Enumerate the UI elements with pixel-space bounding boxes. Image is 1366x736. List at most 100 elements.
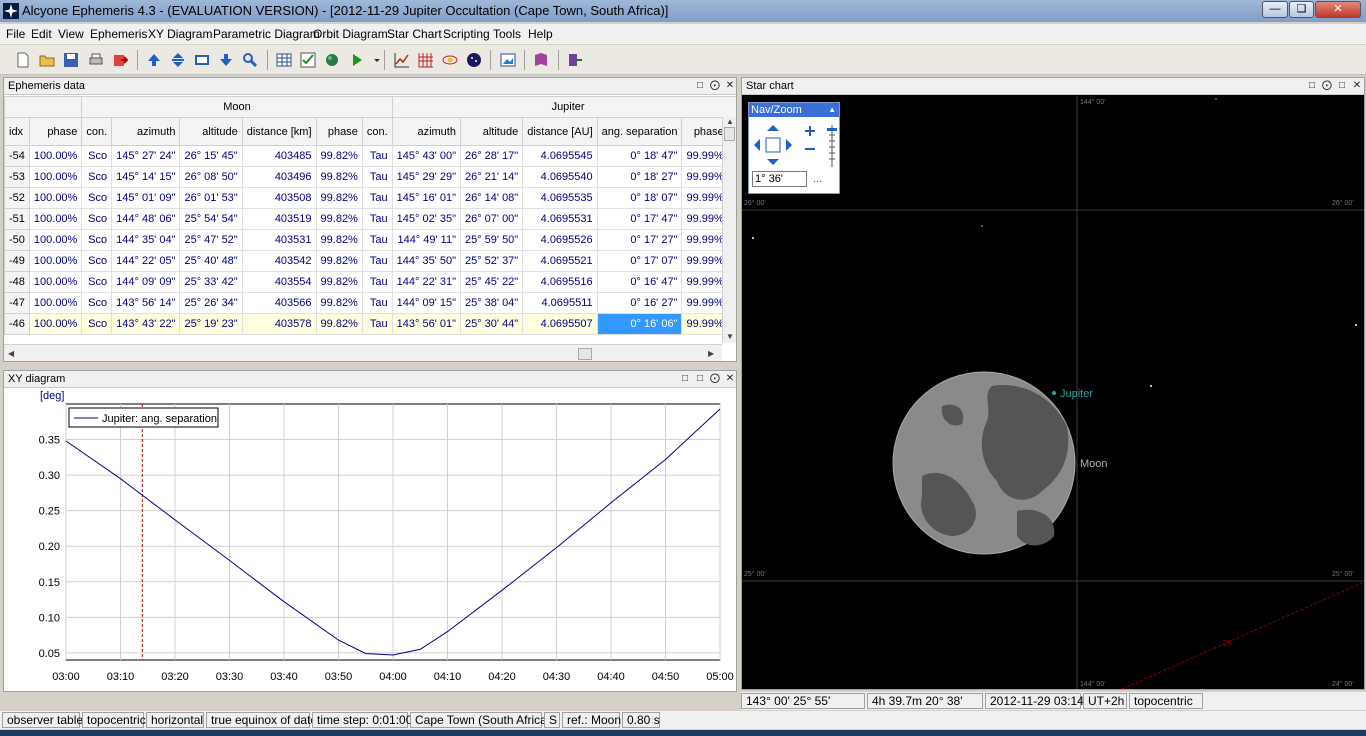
star[interactable] xyxy=(752,237,754,239)
table-row[interactable]: -50 100.00% Sco 144° 35' 04" 25° 47' 52" 4035… xyxy=(4,229,736,251)
column-header[interactable]: con. xyxy=(81,117,113,146)
column-header[interactable]: azimuth xyxy=(111,117,181,146)
grid-chart-icon[interactable] xyxy=(418,52,434,68)
row-index[interactable]: -54 xyxy=(4,145,30,167)
row-index[interactable]: -47 xyxy=(4,292,30,314)
export-icon[interactable] xyxy=(112,52,128,68)
table-cell[interactable]: 25° 26' 34" xyxy=(179,292,243,314)
arrow-up-icon[interactable] xyxy=(146,52,162,68)
image-icon[interactable] xyxy=(500,52,516,68)
table-cell[interactable]: 4.0695511 xyxy=(522,292,598,314)
table-cell[interactable]: Tau xyxy=(361,250,393,272)
ephemeris-horizontal-scrollbar[interactable]: ◀ ▶ xyxy=(4,344,722,361)
fov-field[interactable]: 1° 36' xyxy=(752,171,807,187)
pin-icon[interactable]: ⨀ xyxy=(709,373,721,385)
table-cell[interactable]: 144° 48' 06" xyxy=(111,208,181,230)
scroll-left-icon[interactable]: ◀ xyxy=(8,349,14,358)
pin-icon[interactable]: ⨀ xyxy=(709,80,721,92)
menu-ephemeris[interactable]: Ephemeris xyxy=(90,27,147,41)
table-cell[interactable]: 4.0695540 xyxy=(522,166,598,188)
line-chart-icon[interactable] xyxy=(394,52,410,68)
pan-down-icon[interactable] xyxy=(767,159,779,165)
close-icon[interactable]: ✕ xyxy=(724,80,736,92)
table-cell[interactable]: 100.00% xyxy=(28,187,83,209)
table-icon[interactable] xyxy=(276,52,292,68)
table-row[interactable]: -52 100.00% Sco 145° 01' 09" 26° 01' 53" 4035… xyxy=(4,187,736,209)
table-cell[interactable]: Tau xyxy=(361,313,393,335)
table-cell[interactable]: 0° 17' 27" xyxy=(596,229,683,251)
menu-star-chart[interactable]: Star Chart xyxy=(387,27,442,41)
orbit-icon[interactable] xyxy=(442,52,458,68)
table-cell[interactable]: 4.0695535 xyxy=(522,187,598,209)
xy-chart[interactable]: 03:00 03:10 03:20 03:30 03:40 03:50 04:00 04:10… xyxy=(4,389,736,691)
table-cell[interactable]: 403519 xyxy=(241,208,317,230)
minimize-button[interactable]: — xyxy=(1262,1,1288,18)
table-cell[interactable]: 144° 22' 05" xyxy=(111,250,181,272)
table-cell[interactable]: Tau xyxy=(361,229,393,251)
star[interactable] xyxy=(1215,98,1217,100)
menu-view[interactable]: View xyxy=(58,27,84,41)
table-cell[interactable]: 0° 16' 27" xyxy=(596,292,683,314)
column-header[interactable]: con. xyxy=(361,117,393,146)
scroll-up-icon[interactable]: ▲ xyxy=(726,117,734,126)
table-cell[interactable]: Sco xyxy=(81,313,113,335)
restore-icon[interactable]: □ xyxy=(694,80,706,92)
table-cell[interactable]: 403485 xyxy=(241,145,317,167)
hscroll-thumb[interactable] xyxy=(578,348,592,360)
table-row[interactable]: -47 100.00% Sco 143° 56' 14" 25° 26' 34" 4035… xyxy=(4,292,736,314)
row-index[interactable]: -48 xyxy=(4,271,30,293)
table-row[interactable]: -46 100.00% Sco 143° 43' 22" 25° 19' 23" 4035… xyxy=(4,313,736,335)
table-cell[interactable]: 100.00% xyxy=(28,313,83,335)
table-cell[interactable]: 99.82% xyxy=(315,292,363,314)
table-cell[interactable]: Sco xyxy=(81,229,113,251)
table-cell[interactable]: Sco xyxy=(81,208,113,230)
scroll-down-icon[interactable]: ▼ xyxy=(726,332,734,341)
table-cell[interactable]: 144° 35' 04" xyxy=(111,229,181,251)
table-cell[interactable]: 403578 xyxy=(241,313,317,335)
menu-xy-diagram[interactable]: XY Diagram xyxy=(148,27,212,41)
restore-icon[interactable]: □ xyxy=(1306,80,1318,92)
table-cell[interactable]: 25° 45' 22" xyxy=(459,271,524,293)
table-cell[interactable]: 99.82% xyxy=(315,208,363,230)
menu-scripting[interactable]: Scripting xyxy=(443,27,490,41)
table-cell[interactable]: 25° 38' 04" xyxy=(459,292,524,314)
table-cell[interactable]: 0° 17' 47" xyxy=(596,208,683,230)
table-cell[interactable]: 25° 30' 44" xyxy=(459,313,524,335)
checklist-icon[interactable] xyxy=(300,52,316,68)
scroll-thumb[interactable] xyxy=(724,127,735,141)
row-index[interactable]: -49 xyxy=(4,250,30,272)
column-header[interactable]: ang. separation xyxy=(596,117,683,146)
table-cell[interactable]: 145° 01' 09" xyxy=(111,187,181,209)
table-cell[interactable]: 25° 40' 48" xyxy=(179,250,243,272)
table-cell[interactable]: 145° 43' 00" xyxy=(391,145,461,167)
table-cell[interactable]: 403496 xyxy=(241,166,317,188)
table-cell[interactable]: 26° 07' 00" xyxy=(459,208,524,230)
table-cell[interactable]: 145° 02' 35" xyxy=(391,208,461,230)
scroll-right-icon[interactable]: ▶ xyxy=(708,349,714,358)
exit-icon[interactable] xyxy=(567,52,583,68)
table-cell[interactable]: 403531 xyxy=(241,229,317,251)
table-cell[interactable]: 25° 19' 23" xyxy=(179,313,243,335)
column-header[interactable]: altitude xyxy=(459,117,524,146)
maximize-icon[interactable]: □ xyxy=(1336,80,1348,92)
table-cell[interactable]: Tau xyxy=(361,292,393,314)
table-cell[interactable]: 4.0695526 xyxy=(522,229,598,251)
table-cell[interactable]: 403566 xyxy=(241,292,317,314)
star[interactable] xyxy=(981,225,983,227)
fov-more-button[interactable]: ... xyxy=(813,173,822,185)
maximize-button[interactable]: ❏ xyxy=(1289,1,1314,18)
nav-pad[interactable] xyxy=(752,123,838,167)
table-cell[interactable]: 99.82% xyxy=(315,145,363,167)
table-cell[interactable]: 26° 21' 14" xyxy=(459,166,524,188)
table-cell[interactable]: Tau xyxy=(361,166,393,188)
pan-left-icon[interactable] xyxy=(754,139,760,151)
table-cell[interactable]: 25° 47' 52" xyxy=(179,229,243,251)
table-cell[interactable]: 25° 59' 50" xyxy=(459,229,524,251)
ephemeris-vertical-scrollbar[interactable]: ▲ ▼ xyxy=(722,117,736,343)
table-cell[interactable]: 25° 54' 54" xyxy=(179,208,243,230)
chevron-down-icon[interactable] xyxy=(369,52,380,68)
table-cell[interactable]: 99.82% xyxy=(315,166,363,188)
table-cell[interactable]: 26° 08' 50" xyxy=(179,166,243,188)
table-cell[interactable]: 99.82% xyxy=(315,187,363,209)
star-chart-icon[interactable] xyxy=(466,52,482,68)
